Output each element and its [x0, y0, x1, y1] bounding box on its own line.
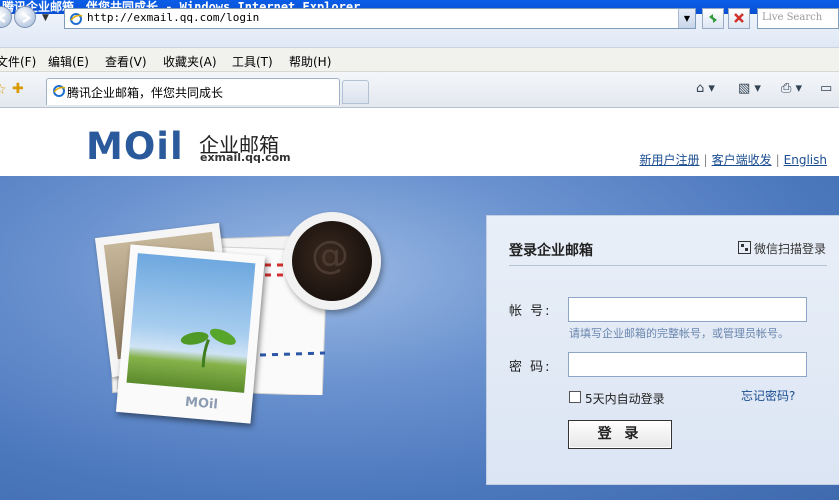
forgot-password-link[interactable]: 忘记密码?	[741, 387, 795, 404]
menu-edit[interactable]: 编辑(E)	[48, 53, 89, 70]
sprout-icon	[180, 328, 236, 368]
remember-checkbox[interactable]	[569, 391, 581, 403]
password-label: 密 码:	[509, 360, 552, 375]
account-hint: 请填写企业邮箱的完整帐号，或管理员帐号。	[569, 327, 789, 340]
stop-button[interactable]	[728, 8, 750, 29]
forward-button[interactable]	[14, 6, 36, 28]
add-favorite-icon[interactable]: ✚	[12, 81, 24, 97]
qr-code-icon	[738, 241, 751, 254]
qr-login-label[interactable]: 微信扫描登录	[754, 242, 826, 256]
tab-active[interactable]: 腾讯企业邮箱，伴您共同成长	[46, 78, 340, 105]
at-sign-icon: @	[311, 233, 349, 277]
address-url[interactable]: http://exmail.qq.com/login	[87, 11, 259, 24]
english-link[interactable]: English	[784, 153, 827, 167]
refresh-icon	[709, 14, 717, 23]
menu-help[interactable]: 帮助(H)	[289, 53, 331, 70]
feeds-icon[interactable]: ▧ ▾	[738, 81, 761, 96]
home-icon[interactable]: ⌂ ▾	[696, 81, 715, 96]
page-icon[interactable]: ▭	[820, 81, 832, 96]
history-dropdown-icon[interactable]: ▼	[42, 13, 52, 23]
account-input[interactable]	[568, 297, 807, 322]
menu-tools[interactable]: 工具(T)	[232, 53, 273, 70]
new-tab-button[interactable]	[342, 80, 369, 104]
address-bar[interactable]: http://exmail.qq.com/login ▼	[64, 8, 696, 29]
ie-tab-icon	[53, 85, 66, 97]
menu-bar: 文件(F) 编辑(E) 查看(V) 收藏夹(A) 工具(T) 帮助(H)	[0, 48, 839, 72]
search-box[interactable]: Live Search	[757, 8, 839, 29]
register-link[interactable]: 新用户注册	[640, 153, 700, 167]
password-input[interactable]	[568, 352, 807, 377]
sprout-image	[126, 253, 256, 393]
photo-logo-text: MOil	[184, 394, 219, 413]
search-placeholder: Live Search	[762, 12, 823, 23]
favorites-center-icon[interactable]: ☆	[0, 82, 7, 98]
print-icon[interactable]: ⎙ ▾	[781, 81, 802, 96]
logo-domain: exmail.qq.com	[200, 151, 291, 164]
mail-logo[interactable]: MOil	[86, 125, 184, 168]
divider: |	[703, 153, 708, 167]
ie-page-icon	[70, 13, 83, 25]
coffee-cup-image: @	[283, 212, 381, 310]
divider: |	[775, 153, 780, 167]
forward-arrow-icon	[22, 12, 32, 24]
address-dropdown-icon[interactable]: ▼	[678, 9, 695, 28]
back-arrow-icon	[0, 12, 6, 24]
refresh-button[interactable]	[702, 8, 724, 29]
menu-view[interactable]: 查看(V)	[105, 53, 147, 70]
menu-favorites[interactable]: 收藏夹(A)	[163, 53, 217, 70]
header-links: 新用户注册 | 客户端收发 | English	[640, 151, 827, 168]
divider	[509, 265, 827, 266]
qr-login-link[interactable]: 微信扫描登录	[738, 240, 826, 257]
client-link[interactable]: 客户端收发	[712, 153, 772, 167]
tab-label: 腾讯企业邮箱，伴您共同成长	[67, 86, 224, 100]
remember-label[interactable]: 5天内自动登录	[585, 390, 665, 407]
login-title: 登录企业邮箱	[509, 243, 593, 259]
photo-card-sprout: MOil	[115, 244, 266, 424]
login-button[interactable]: 登 录	[568, 420, 672, 449]
stop-icon	[734, 13, 744, 23]
menu-file[interactable]: 文件(F)	[0, 53, 36, 70]
account-label: 帐 号:	[509, 304, 552, 319]
